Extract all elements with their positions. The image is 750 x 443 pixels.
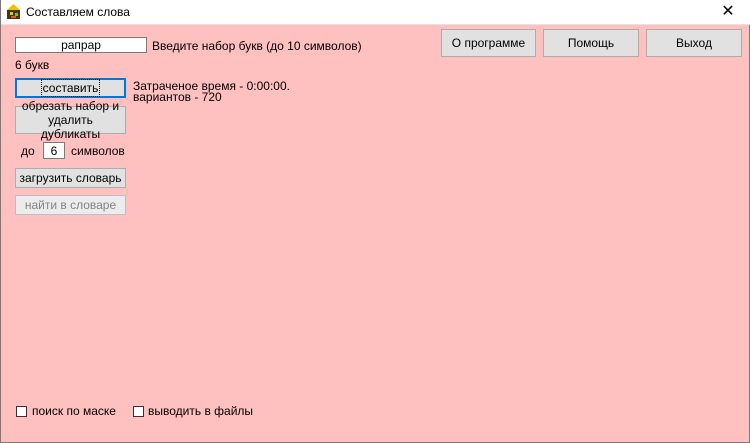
close-icon: ✕ xyxy=(721,3,735,20)
find-in-dictionary-button: найти в словаре xyxy=(15,195,126,215)
compose-button[interactable]: составить xyxy=(15,78,126,98)
title-bar: Составляем слова ✕ xyxy=(1,0,750,25)
trim-button[interactable]: обрезать набор и удалить дубликаты xyxy=(15,99,126,141)
compose-button-label: составить xyxy=(40,79,101,97)
app-window: Составляем слова ✕ Введите набор букв (д… xyxy=(0,0,750,443)
output-files-checkbox[interactable] xyxy=(133,406,144,417)
main-panel: Введите набор букв (до 10 символов) 6 бу… xyxy=(1,25,750,443)
close-button[interactable]: ✕ xyxy=(706,0,750,24)
find-in-dictionary-label: найти в словаре xyxy=(24,198,117,212)
letter-count: 6 букв xyxy=(15,58,50,72)
length-prefix: до xyxy=(21,144,35,158)
about-button[interactable]: О программе xyxy=(441,29,536,57)
mask-search-label: поиск по маске xyxy=(32,404,116,418)
window-title: Составляем слова xyxy=(26,5,130,19)
help-button-label: Помощь xyxy=(567,36,615,50)
exit-button-label: Выход xyxy=(676,36,712,50)
variants-count: вариантов - 720 xyxy=(133,90,222,104)
app-icon xyxy=(7,4,20,19)
load-dictionary-button[interactable]: загрузить словарь xyxy=(15,168,126,188)
help-button[interactable]: Помощь xyxy=(543,29,639,57)
load-dictionary-label: загрузить словарь xyxy=(19,171,122,185)
letters-hint: Введите набор букв (до 10 символов) xyxy=(152,39,362,53)
exit-button[interactable]: Выход xyxy=(646,29,742,57)
output-files-label: выводить в файлы xyxy=(148,404,254,418)
length-suffix: символов xyxy=(71,144,125,158)
about-button-label: О программе xyxy=(451,36,526,50)
trim-button-label: обрезать набор и удалить дубликаты xyxy=(21,99,120,141)
mask-search-checkbox[interactable] xyxy=(16,406,27,417)
letters-input[interactable] xyxy=(15,37,147,53)
length-input[interactable] xyxy=(43,142,65,159)
